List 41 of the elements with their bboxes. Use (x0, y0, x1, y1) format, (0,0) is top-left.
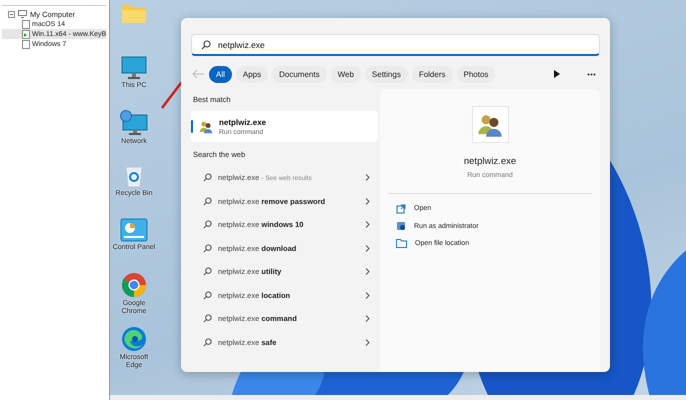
edge-logo-icon[interactable] (121, 326, 147, 352)
search-icon (203, 173, 212, 182)
chevron-right-icon (365, 174, 370, 182)
folder-outline-icon (396, 239, 407, 248)
monitor-icon[interactable] (121, 56, 147, 80)
two-users-icon (199, 120, 213, 134)
filter-tab[interactable]: Web (330, 66, 361, 82)
filter-tab[interactable]: Settings (364, 66, 408, 82)
recycle-bin-icon[interactable] (123, 164, 145, 188)
chevron-right-icon (365, 221, 370, 228)
filter-tab[interactable]: Photos (456, 66, 496, 82)
search-icon (203, 290, 212, 300)
chevron-right-icon (365, 198, 370, 205)
chevron-right-icon (365, 315, 370, 322)
search-field[interactable]: netplwiz.exe (191, 34, 600, 56)
monitor-icon (18, 10, 27, 18)
network-monitor-icon[interactable] (120, 110, 148, 136)
control-panel-icon[interactable] (120, 218, 148, 242)
shield-window-icon (396, 221, 406, 232)
chrome-logo-icon[interactable] (121, 272, 147, 298)
preview-title: netplwiz.exe (464, 156, 516, 167)
search-icon (203, 267, 212, 276)
chevron-right-icon (365, 244, 370, 252)
chevron-right-icon (365, 268, 370, 276)
search-icon (201, 40, 211, 50)
result-title: netplwiz.exe (219, 118, 266, 126)
search-icon (203, 314, 212, 324)
chevron-right-icon (365, 292, 370, 299)
collapse-toggle-icon[interactable] (8, 10, 15, 18)
filter-tab[interactable]: Documents (272, 66, 327, 82)
filter-tab[interactable]: Apps (236, 66, 268, 82)
external-link-icon (396, 204, 406, 214)
search-icon (203, 196, 212, 206)
search-icon (203, 244, 212, 253)
search-icon (203, 338, 212, 347)
filter-tab[interactable]: Folders (412, 66, 452, 82)
play-icon[interactable] (553, 70, 561, 78)
chevron-right-icon (365, 338, 370, 346)
filter-tab[interactable]: All (209, 66, 232, 82)
search-icon (203, 220, 212, 230)
more-options-icon[interactable] (587, 72, 596, 76)
